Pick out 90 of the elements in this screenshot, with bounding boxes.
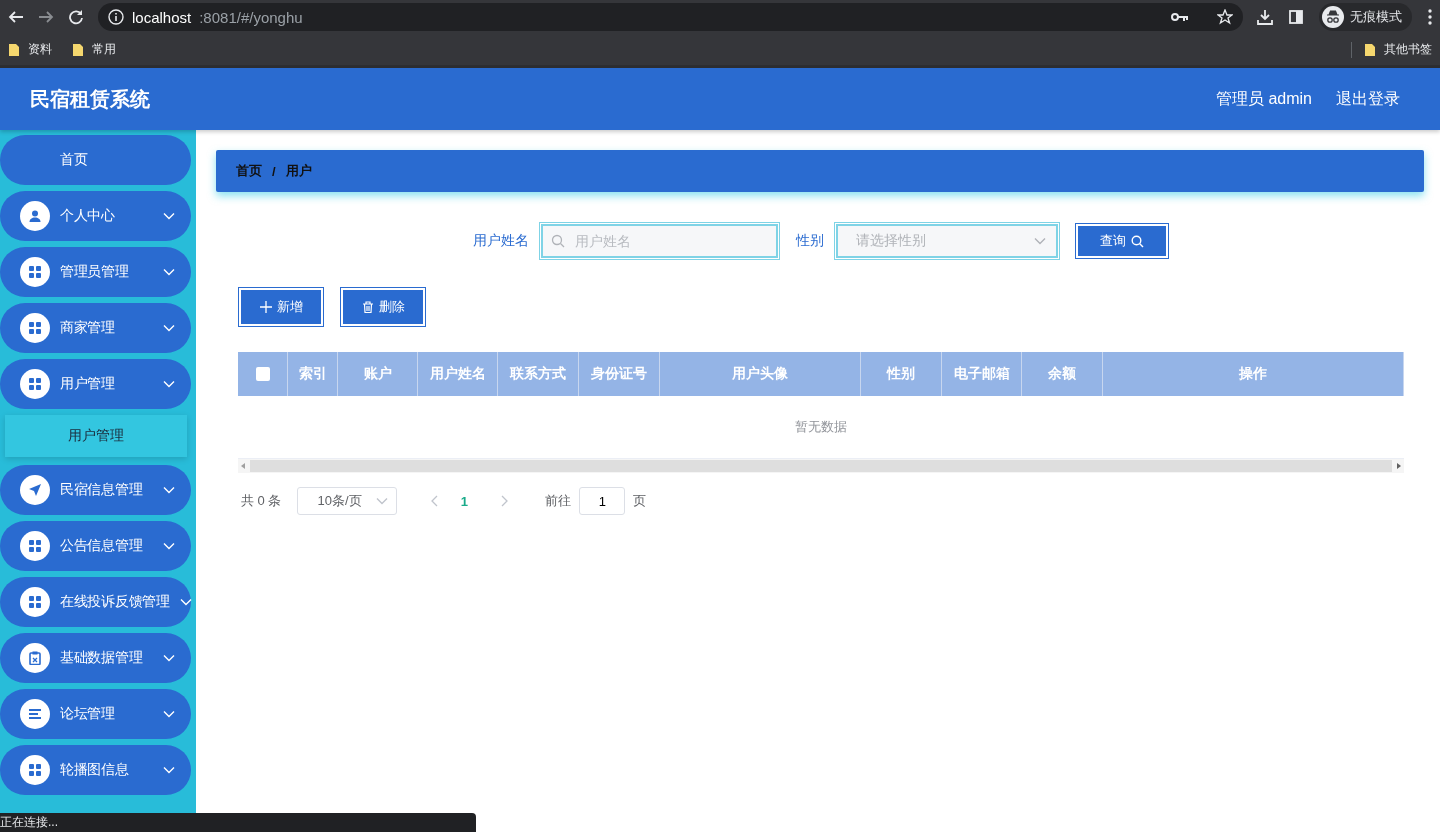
person-icon: [28, 209, 42, 223]
forward-icon[interactable]: [38, 9, 54, 25]
menu-item[interactable]: 管理员管理: [0, 247, 191, 297]
column-header: 电子邮箱: [942, 352, 1022, 396]
menu-item[interactable]: 首页: [0, 135, 191, 185]
chevron-down-icon: [179, 598, 192, 606]
clipboard-icon: [28, 651, 42, 665]
column-header: 性别: [861, 352, 942, 396]
url-path: :8081/#/yonghu: [199, 8, 303, 26]
add-button[interactable]: 新增: [239, 288, 323, 326]
list-icon: [28, 707, 42, 721]
info-icon: [108, 9, 124, 25]
grid-icon: [28, 539, 42, 553]
menu-item[interactable]: 公告信息管理: [0, 521, 191, 571]
breadcrumb-item[interactable]: 首页: [236, 162, 262, 180]
column-header: 账户: [338, 352, 418, 396]
column-header: 余额: [1022, 352, 1103, 396]
chevron-down-icon: [163, 486, 175, 494]
name-search-field[interactable]: 用户姓名: [540, 224, 778, 258]
bookmark[interactable]: 常用: [72, 41, 116, 58]
profile-button[interactable]: 无痕模式: [1319, 3, 1412, 31]
side-panel-icon[interactable]: [1289, 10, 1303, 24]
bookmark[interactable]: 其他书签: [1364, 41, 1432, 58]
grid-icon: [28, 377, 42, 391]
caret-icon: [1033, 237, 1046, 245]
address-bar[interactable]: localhost :8081/#/yonghu: [98, 3, 1243, 31]
app-title: 民宿租赁系统: [30, 86, 151, 112]
star-icon[interactable]: [1217, 9, 1233, 25]
grid-icon: [28, 265, 42, 279]
field-label: 性别: [795, 232, 824, 250]
grid-icon: [28, 321, 42, 335]
logout-link[interactable]: 退出登录: [1336, 88, 1400, 110]
field-label: 用户姓名: [472, 232, 529, 250]
url-host: localhost: [132, 8, 192, 26]
trash-icon: [361, 301, 374, 313]
chevron-down-icon: [163, 654, 175, 662]
plus-icon: [259, 301, 272, 313]
page-suffix: 页: [633, 492, 647, 510]
chevron-down-icon: [163, 324, 175, 332]
user-label: 管理员 admin: [1215, 88, 1312, 109]
menu-item[interactable]: 用户管理: [0, 359, 191, 409]
search-button[interactable]: 查询: [1075, 224, 1168, 258]
caret-icon: [376, 497, 389, 505]
grid-icon: [28, 595, 42, 609]
menu-item[interactable]: 个人中心: [0, 191, 191, 241]
page-number[interactable]: 1: [449, 493, 480, 509]
menu-item[interactable]: 在线投诉反馈管理: [0, 577, 191, 627]
download-icon[interactable]: [1257, 9, 1273, 25]
delete-button[interactable]: 删除: [341, 288, 425, 326]
incognito-icon: [1322, 6, 1344, 28]
grid-icon: [28, 763, 42, 777]
menu-item[interactable]: 商家管理: [0, 303, 191, 353]
bookmark[interactable]: 资料: [8, 41, 52, 58]
menu-item[interactable]: 轮播图信息: [0, 745, 191, 795]
chevron-down-icon: [163, 710, 175, 718]
column-header: 身份证号: [579, 352, 660, 396]
column-header: 联系方式: [498, 352, 579, 396]
folder-icon: [1364, 42, 1376, 57]
select-all-checkbox[interactable]: [255, 367, 270, 381]
chevron-down-icon: [163, 212, 175, 220]
column-header: 操作: [1103, 352, 1404, 396]
horizontal-scrollbar[interactable]: [238, 459, 1404, 473]
search-icon: [1130, 234, 1144, 248]
folder-icon: [72, 42, 84, 57]
search-icon: [550, 234, 565, 248]
empty-message: 暂无数据: [794, 418, 848, 436]
breadcrumb-item[interactable]: 用户: [285, 162, 312, 180]
reload-icon[interactable]: [68, 9, 84, 25]
menu-item[interactable]: 论坛管理: [0, 689, 191, 739]
breadcrumb-separator: /: [272, 163, 276, 179]
column-header: 用户姓名: [418, 352, 498, 396]
chevron-down-icon: [163, 380, 175, 388]
page-jump-field[interactable]: 1: [579, 487, 626, 515]
menu-item[interactable]: 基础数据管理: [0, 633, 191, 683]
more-icon[interactable]: [1428, 9, 1432, 25]
page-size-select[interactable]: 10条/页: [297, 487, 398, 515]
paper-plane-icon: [28, 483, 42, 497]
chevron-down-icon: [163, 268, 175, 276]
column-header: 索引: [288, 352, 338, 396]
status-text: 正在连接...: [0, 814, 58, 831]
back-icon[interactable]: [8, 9, 24, 25]
chevron-down-icon: [163, 542, 175, 550]
goto-label: 前往: [545, 492, 572, 510]
total-count: 共 0 条: [241, 492, 282, 510]
key-icon[interactable]: [1171, 12, 1189, 22]
submenu-item[interactable]: 用户管理: [5, 415, 187, 457]
chevron-down-icon: [163, 766, 175, 774]
column-header: 用户头像: [660, 352, 861, 396]
folder-icon: [8, 42, 20, 57]
menu-item[interactable]: 民宿信息管理: [0, 465, 191, 515]
